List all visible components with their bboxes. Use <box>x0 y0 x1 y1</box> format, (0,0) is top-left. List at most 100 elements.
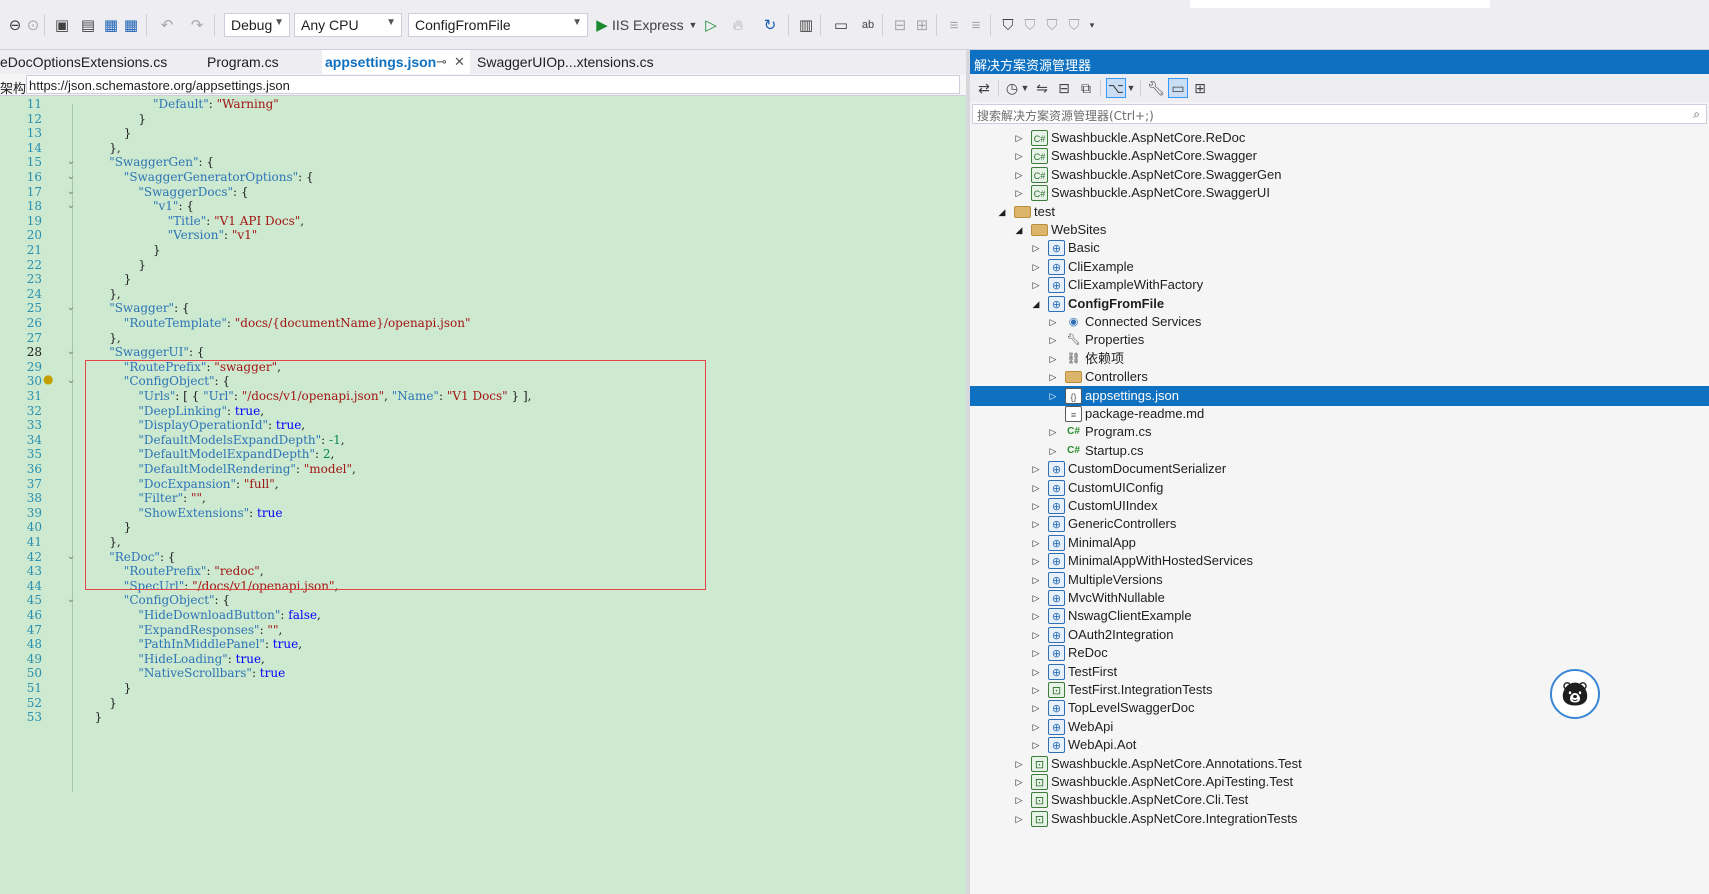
collapsed-arrow-icon[interactable]: ▷ <box>1030 590 1042 606</box>
tree-item[interactable]: ▷ C# Swashbuckle.AspNetCore.SwaggerGen <box>970 165 1709 185</box>
sync-icon[interactable]: ⇋ <box>1032 78 1052 98</box>
tree-item[interactable]: ▷ ⊕ NswagClientExample <box>970 606 1709 626</box>
pending-changes-filter-icon[interactable]: ⌥ <box>1106 78 1126 98</box>
floating-assistant-avatar[interactable]: 🐻︎ <box>1550 669 1600 719</box>
collapsed-arrow-icon[interactable]: ▷ <box>1030 516 1042 532</box>
hot-reload-icon[interactable]: 🔥︎ <box>724 14 752 36</box>
fold-toggle-icon[interactable]: ⌄ <box>66 198 76 214</box>
fold-toggle-icon[interactable]: ⌄ <box>66 592 76 608</box>
collapsed-arrow-icon[interactable]: ▷ <box>1030 737 1042 753</box>
collapsed-arrow-icon[interactable]: ▷ <box>1030 700 1042 716</box>
tree-item[interactable]: ◢ test <box>970 202 1709 222</box>
spell-check-icon[interactable]: ab <box>858 14 878 36</box>
tree-item[interactable]: ◢ WebSites <box>970 220 1709 240</box>
tree-item[interactable]: ◢ ⊕ ConfigFromFile <box>970 294 1709 314</box>
collapsed-arrow-icon[interactable]: ▷ <box>1047 351 1059 367</box>
refresh-icon[interactable]: ↻ <box>756 14 784 36</box>
collapsed-arrow-icon[interactable]: ▷ <box>1013 167 1025 183</box>
collapsed-arrow-icon[interactable]: ▷ <box>1030 719 1042 735</box>
fold-toggle-icon[interactable]: ⌄ <box>66 549 76 565</box>
pin-icon[interactable]: ⊸ <box>436 54 447 70</box>
collapsed-arrow-icon[interactable]: ▷ <box>1030 259 1042 275</box>
save-icon[interactable]: ▦ <box>102 14 120 36</box>
tree-item[interactable]: ▷ C# Program.cs <box>970 422 1709 442</box>
new-project-icon[interactable]: ▣ <box>50 14 74 36</box>
tree-item[interactable]: ▷ ⊕ CustomUIIndex <box>970 496 1709 516</box>
chevron-down-icon[interactable]: ▼ <box>1126 78 1136 98</box>
collapsed-arrow-icon[interactable]: ▷ <box>1013 774 1025 790</box>
tree-item[interactable]: ▷ ⊕ WebApi.Aot <box>970 735 1709 755</box>
fold-toggle-icon[interactable]: ⌄ <box>66 169 76 185</box>
tree-item[interactable]: ▷ ⊕ MinimalApp <box>970 533 1709 553</box>
schema-url-input[interactable]: https://json.schemastore.org/appsettings… <box>26 75 960 94</box>
collapse-all-icon[interactable]: ⊟ <box>1054 78 1074 98</box>
show-all-files-icon[interactable]: ⧉ <box>1076 78 1096 98</box>
layout-icon[interactable]: ▭ <box>828 14 854 36</box>
solution-explorer-search-input[interactable]: 搜索解决方案资源管理器(Ctrl+;) ⌕ <box>972 104 1707 124</box>
forward-icon[interactable]: ⊙ <box>26 14 40 36</box>
tree-item[interactable]: ▷ {} appsettings.json <box>970 385 1709 406</box>
tree-item[interactable]: ▷ ⊡ Swashbuckle.AspNetCore.Cli.Test <box>970 790 1709 810</box>
bookmark-icon[interactable]: ⛉ <box>998 14 1018 36</box>
collapsed-arrow-icon[interactable]: ▷ <box>1013 130 1025 146</box>
collapsed-arrow-icon[interactable]: ▷ <box>1030 480 1042 496</box>
collapsed-arrow-icon[interactable]: ▷ <box>1047 443 1059 459</box>
redo-icon[interactable]: ↷ <box>184 14 210 36</box>
tab-redoc-options-extensions[interactable]: eDocOptionsExtensions.cs <box>0 50 196 74</box>
start-without-debugging-icon[interactable]: ▷ <box>702 14 720 36</box>
tree-item[interactable]: ▷ C# Swashbuckle.AspNetCore.SwaggerUI <box>970 183 1709 203</box>
tree-item[interactable]: ▷ ⊕ MultipleVersions <box>970 570 1709 590</box>
collapsed-arrow-icon[interactable]: ▷ <box>1047 369 1059 385</box>
platform-select[interactable]: Any CPU ▼ <box>294 13 402 37</box>
properties-wrench-icon[interactable]: 🔧︎ <box>1146 78 1166 98</box>
collapsed-arrow-icon[interactable]: ▷ <box>1030 553 1042 569</box>
collapsed-arrow-icon[interactable]: ▷ <box>1030 664 1042 680</box>
tab-swaggerui-options-extensions[interactable]: SwaggerUIOp...xtensions.cs <box>477 50 687 74</box>
tree-item[interactable]: ▷ ⊕ CliExampleWithFactory <box>970 275 1709 295</box>
fold-toggle-icon[interactable]: ⌄ <box>66 184 76 200</box>
collapsed-arrow-icon[interactable]: ▷ <box>1030 535 1042 551</box>
history-icon[interactable]: ◷ <box>1002 78 1022 98</box>
fold-toggle-icon[interactable]: ⌄ <box>66 154 76 170</box>
outdent-icon[interactable]: ≡ <box>944 14 964 36</box>
next-bookmark-icon[interactable]: ⛉ <box>1042 14 1062 36</box>
tree-item[interactable]: ▷ C# Startup.cs <box>970 441 1709 461</box>
expanded-arrow-icon[interactable]: ◢ <box>996 204 1008 220</box>
tree-item[interactable]: ▷ ⊡ Swashbuckle.AspNetCore.Annotations.Tes… <box>970 754 1709 774</box>
run-button[interactable]: IIS Express <box>612 14 688 36</box>
uncomment-icon[interactable]: ⊞ <box>912 14 932 36</box>
browse-icon[interactable]: ▥ <box>796 14 816 36</box>
tree-item[interactable]: ▷ ⊕ MinimalAppWithHostedServices <box>970 551 1709 571</box>
close-icon[interactable]: ✕ <box>454 54 465 70</box>
tree-item[interactable]: ≡ package-readme.md <box>970 404 1709 424</box>
tree-item[interactable]: ▷ ⊕ CliExample <box>970 257 1709 277</box>
preview-selected-icon[interactable]: ▭ <box>1168 78 1188 98</box>
toolbar-overflow-icon[interactable]: ▾ <box>1086 14 1098 36</box>
collapsed-arrow-icon[interactable]: ▷ <box>1013 148 1025 164</box>
open-folder-icon[interactable]: ▤ <box>78 14 98 36</box>
configuration-select[interactable]: Debug ▼ <box>224 13 290 37</box>
fold-toggle-icon[interactable]: ⌄ <box>66 344 76 360</box>
fold-toggle-icon[interactable]: ⌄ <box>66 373 76 389</box>
clear-bookmarks-icon[interactable]: ⛉ <box>1064 14 1084 36</box>
tree-item[interactable]: ▷ ⊕ OAuth2Integration <box>970 625 1709 645</box>
code-editor[interactable]: 11 "Default": "Warning" 12} 13} 14}, 15 ⌄ "Swag… <box>0 96 966 894</box>
switch-views-icon[interactable]: ⇄ <box>974 78 994 98</box>
collapsed-arrow-icon[interactable]: ▷ <box>1047 388 1059 404</box>
collapsed-arrow-icon[interactable]: ▷ <box>1013 756 1025 772</box>
tree-item[interactable]: ▷ C# Swashbuckle.AspNetCore.Swagger <box>970 146 1709 166</box>
prev-bookmark-icon[interactable]: ⛉ <box>1020 14 1040 36</box>
collapsed-arrow-icon[interactable]: ▷ <box>1013 185 1025 201</box>
collapsed-arrow-icon[interactable]: ▷ <box>1030 498 1042 514</box>
collapsed-arrow-icon[interactable]: ▷ <box>1047 314 1059 330</box>
collapsed-arrow-icon[interactable]: ▷ <box>1030 645 1042 661</box>
tree-item[interactable]: ▷ ⊕ GenericControllers <box>970 514 1709 534</box>
chevron-down-icon[interactable]: ▼ <box>1020 78 1030 98</box>
expanded-arrow-icon[interactable]: ◢ <box>1013 222 1025 238</box>
lightbulb-icon[interactable]: ● <box>43 372 55 386</box>
tree-item[interactable]: ▷ ⊕ Basic <box>970 238 1709 258</box>
collapsed-arrow-icon[interactable]: ▷ <box>1013 811 1025 827</box>
back-icon[interactable]: ⊖ <box>6 14 24 36</box>
tree-item[interactable]: ▷ ⛓︎ 依赖项 <box>970 349 1709 369</box>
collapsed-arrow-icon[interactable]: ▷ <box>1030 461 1042 477</box>
